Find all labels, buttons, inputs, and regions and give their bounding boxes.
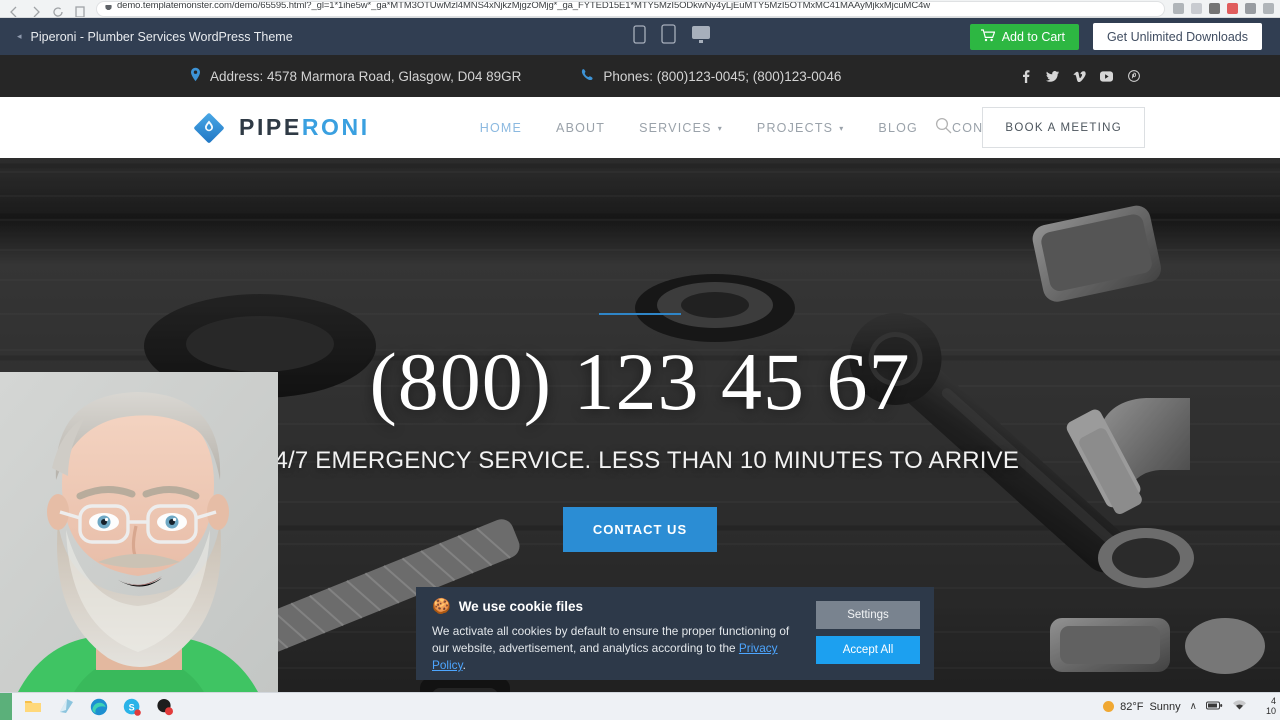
phone-icon bbox=[581, 68, 594, 85]
browser-chrome: demo.templatemonster.com/demo/65595.html… bbox=[0, 0, 1280, 18]
chevron-down-icon: ▾ bbox=[717, 124, 723, 133]
cookie-accept-all-button[interactable]: Accept All bbox=[816, 636, 920, 664]
wallet-icon[interactable] bbox=[1209, 3, 1220, 14]
lock-icon bbox=[105, 4, 112, 13]
url-text: demo.templatemonster.com/demo/65595.html… bbox=[117, 0, 931, 12]
youtube-icon[interactable] bbox=[1100, 70, 1113, 83]
site-logo[interactable]: PIPERONI bbox=[192, 111, 370, 145]
forward-icon[interactable] bbox=[28, 1, 44, 17]
preview-back-link[interactable]: ◂ Piperoni - Plumber Services WordPress … bbox=[17, 30, 293, 44]
taskbar-apps: S bbox=[24, 698, 173, 716]
mobile-icon[interactable] bbox=[633, 24, 646, 49]
nav-item-home[interactable]: HOME bbox=[463, 121, 539, 135]
template-preview-bar: ◂ Piperoni - Plumber Services WordPress … bbox=[0, 18, 1280, 55]
file-explorer-icon[interactable] bbox=[24, 698, 41, 715]
weather-widget[interactable]: 82°F Sunny bbox=[1103, 701, 1181, 713]
cookie-heading: 🍪 We use cookie files bbox=[432, 599, 804, 614]
nav-item-projects[interactable]: PROJECTS ▾ bbox=[740, 121, 862, 135]
tray-expand-chevron-icon[interactable]: ∧ bbox=[1190, 701, 1197, 712]
cookie-actions: Settings Accept All bbox=[816, 599, 920, 664]
cookie-icon: 🍪 bbox=[432, 598, 451, 615]
cart-icon bbox=[980, 28, 996, 45]
get-unlimited-downloads-button[interactable]: Get Unlimited Downloads bbox=[1092, 23, 1262, 50]
logo-text-second: RONI bbox=[301, 114, 370, 140]
contact-us-button[interactable]: CONTACT US bbox=[562, 507, 718, 552]
site-contact-bar: Address: 4578 Marmora Road, Glasgow, D04… bbox=[0, 55, 1280, 97]
cookie-settings-button[interactable]: Settings bbox=[816, 601, 920, 629]
weather-condition: Sunny bbox=[1149, 700, 1181, 713]
add-to-cart-label: Add to Cart bbox=[1001, 29, 1065, 44]
presenter-webcam-overlay bbox=[0, 372, 278, 700]
hero-subtitle: 24/7 EMERGENCY SERVICE. LESS THAN 10 MIN… bbox=[260, 447, 1020, 474]
svg-text:S: S bbox=[129, 702, 135, 712]
battery-icon[interactable] bbox=[1206, 700, 1223, 714]
recorder-icon[interactable] bbox=[1227, 3, 1238, 14]
reload-icon[interactable] bbox=[50, 1, 66, 17]
template-title: Piperoni - Plumber Services WordPress Th… bbox=[30, 29, 293, 44]
sticky-notes-icon[interactable] bbox=[57, 698, 74, 715]
skype-icon[interactable]: S bbox=[123, 698, 141, 716]
nav-item-blog[interactable]: BLOG bbox=[861, 121, 935, 135]
puzzle-icon[interactable] bbox=[1191, 3, 1202, 14]
windows-taskbar: S 82°F Sunny ∧ 4 10 bbox=[0, 692, 1280, 720]
extensions-icon[interactable] bbox=[1173, 3, 1184, 14]
cookie-title: We use cookie files bbox=[458, 599, 583, 614]
profile-icon[interactable] bbox=[1263, 3, 1274, 14]
book-a-meeting-button[interactable]: BOOK A MEETING bbox=[982, 107, 1145, 148]
taskbar-clock[interactable]: 4 10 bbox=[1256, 697, 1276, 717]
address-block: Address: 4578 Marmora Road, Glasgow, D04… bbox=[190, 67, 521, 85]
facebook-icon[interactable] bbox=[1019, 69, 1032, 83]
wifi-icon[interactable] bbox=[1232, 699, 1247, 714]
taskbar-tray: 82°F Sunny ∧ 4 10 bbox=[1103, 697, 1276, 717]
phones-block: Phones: (800)123-0045; (800)123-0046 bbox=[581, 68, 841, 85]
address-text: Address: 4578 Marmora Road, Glasgow, D04… bbox=[210, 68, 522, 84]
back-icon[interactable] bbox=[6, 1, 22, 17]
map-pin-icon bbox=[190, 67, 201, 85]
twitter-icon[interactable] bbox=[1046, 70, 1059, 83]
water-drop-logo-icon bbox=[192, 111, 226, 145]
address-bar[interactable]: demo.templatemonster.com/demo/65595.html… bbox=[96, 0, 1165, 17]
back-arrow-icon: ◂ bbox=[17, 31, 22, 41]
browser-extensions bbox=[1173, 3, 1280, 14]
recorder-icon[interactable] bbox=[156, 698, 173, 716]
nav-item-services[interactable]: SERVICES ▾ bbox=[622, 121, 740, 135]
weather-temp: 82°F bbox=[1120, 700, 1144, 713]
phones-text: Phones: (800)123-0045; (800)123-0046 bbox=[603, 68, 842, 84]
social-links bbox=[1019, 69, 1140, 83]
clock-date: 10 bbox=[1265, 705, 1276, 716]
preview-actions: Add to Cart Get Unlimited Downloads bbox=[969, 23, 1280, 50]
pinterest-icon[interactable] bbox=[1127, 70, 1140, 83]
logo-wordmark: PIPERONI bbox=[239, 114, 370, 141]
logo-text-first: PIPE bbox=[239, 114, 302, 140]
pin-icon[interactable] bbox=[1245, 3, 1256, 14]
device-switcher bbox=[633, 24, 711, 49]
header-actions: BOOK A MEETING bbox=[935, 107, 1280, 148]
cookie-body: We activate all cookies by default to en… bbox=[432, 623, 804, 674]
nav-item-about[interactable]: ABOUT bbox=[539, 121, 622, 135]
sun-icon bbox=[1103, 701, 1115, 712]
cookie-body-after: . bbox=[462, 658, 466, 673]
bookmark-icon[interactable] bbox=[72, 1, 88, 17]
edge-icon[interactable] bbox=[90, 698, 108, 716]
chevron-down-icon: ▾ bbox=[839, 124, 845, 133]
presenter-portrait bbox=[0, 372, 278, 700]
cookie-text-block: 🍪 We use cookie files We activate all co… bbox=[432, 599, 816, 674]
cookie-body-before: We activate all cookies by default to en… bbox=[432, 624, 790, 656]
hero-divider bbox=[599, 313, 681, 315]
site-header: PIPERONI HOME ABOUT SERVICES ▾ PROJECTS ▾ … bbox=[0, 97, 1280, 158]
taskbar-accent-edge bbox=[0, 693, 12, 720]
add-to-cart-button[interactable]: Add to Cart bbox=[969, 23, 1079, 50]
tablet-icon[interactable] bbox=[661, 24, 676, 49]
hero-phone-number: (800) 123 45 67 bbox=[369, 336, 911, 427]
vimeo-icon[interactable] bbox=[1073, 70, 1086, 83]
search-icon[interactable] bbox=[935, 117, 952, 139]
cookie-banner: 🍪 We use cookie files We activate all co… bbox=[416, 587, 934, 680]
desktop-icon[interactable] bbox=[691, 25, 711, 49]
